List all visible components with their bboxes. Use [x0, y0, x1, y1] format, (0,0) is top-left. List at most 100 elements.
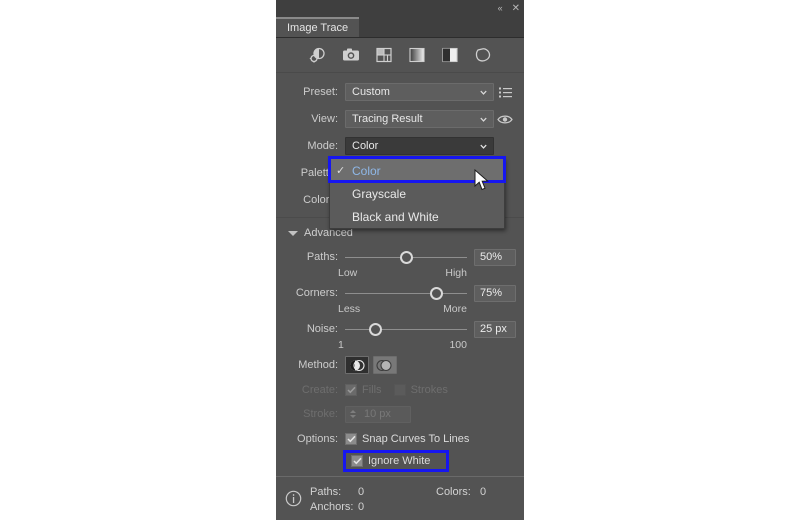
create-fills-checkbox — [345, 384, 357, 396]
caret-up-icon — [349, 410, 356, 413]
slider-handle[interactable] — [369, 322, 382, 336]
preset-label: Preset: — [303, 86, 338, 98]
stroke-label: Stroke: — [303, 408, 338, 420]
create-strokes-checkbox — [393, 384, 406, 396]
footer-paths-value: 0 — [358, 485, 365, 498]
view-row: View: Tracing Result — [276, 109, 524, 129]
paths-min-label: Low — [338, 267, 358, 279]
ignore-white-row: Ignore White — [276, 453, 524, 469]
noise-label: Noise: — [306, 323, 338, 335]
stroke-row: Stroke: 10 px — [276, 405, 524, 423]
options-row: Options: Snap Curves To Lines — [276, 431, 524, 447]
noise-slider-row: Noise: 25 px — [276, 320, 524, 338]
panel-titlebar: « ✕ — [276, 0, 524, 17]
slider-track — [345, 293, 467, 294]
noise-max-label: 100 — [449, 339, 467, 351]
slider-handle[interactable] — [430, 286, 443, 300]
slider-track — [345, 329, 467, 330]
mode-dropdown-menu: ✓ Color Grayscale Black and White — [329, 158, 505, 229]
panel-footer: Paths: 0 Colors: 0 Anchors: 0 — [276, 476, 524, 520]
caret-down-icon — [349, 415, 356, 418]
ignore-white-label: Ignore White — [368, 455, 431, 467]
method-abutting-icon[interactable] — [345, 356, 369, 374]
footer-anchors-value: 0 — [358, 500, 365, 513]
ignore-white-checkbox[interactable] — [351, 455, 363, 467]
stepper-arrows-icon — [346, 407, 359, 422]
auto-color-icon[interactable] — [308, 46, 327, 65]
mode-menu-item-black-and-white[interactable]: Black and White — [330, 205, 504, 228]
check-icon: ✓ — [336, 165, 346, 177]
create-label: Create: — [301, 384, 338, 396]
footer-line-paths: Paths: 0 Colors: 0 — [310, 484, 486, 499]
stroke-width-stepper: 10 px — [345, 405, 411, 423]
corners-min-label: Less — [338, 303, 361, 315]
tab-image-trace[interactable]: Image Trace — [276, 17, 360, 37]
footer-colors-label: Colors: — [436, 485, 471, 498]
noise-min-label: 1 — [338, 339, 344, 351]
corners-slider[interactable] — [345, 284, 467, 302]
high-color-icon[interactable] — [341, 46, 360, 65]
view-value: Tracing Result — [352, 113, 423, 125]
view-label: View: — [311, 113, 338, 125]
slider-handle[interactable] — [399, 250, 413, 264]
mode-menu-item-label: Grayscale — [352, 186, 407, 201]
preset-row: Preset: Custom — [276, 82, 524, 102]
collapse-double-chevron-icon[interactable]: « — [498, 4, 503, 13]
info-icon[interactable] — [285, 490, 302, 507]
eye-preview-icon[interactable] — [494, 114, 516, 125]
corners-range-labels: Less More — [276, 303, 524, 315]
chevron-down-icon — [480, 144, 487, 149]
mode-menu-item-color[interactable]: ✓ Color — [330, 159, 504, 182]
create-row: Create: Fills Strokes — [276, 382, 524, 398]
noise-value-field[interactable]: 25 px — [474, 320, 516, 338]
noise-slider[interactable] — [345, 320, 467, 338]
window-controls: « ✕ — [498, 0, 520, 17]
paths-slider[interactable] — [345, 248, 467, 266]
triangle-down-icon — [288, 230, 298, 236]
mode-row: Mode: Color — [276, 136, 524, 156]
close-icon[interactable]: ✕ — [512, 3, 520, 14]
mode-menu-item-label: Color — [352, 163, 381, 178]
preset-value: Custom — [352, 86, 390, 98]
preset-dropdown[interactable]: Custom — [345, 83, 494, 101]
method-overlapping-icon[interactable] — [373, 356, 397, 374]
view-dropdown[interactable]: Tracing Result — [345, 110, 494, 128]
mode-dropdown[interactable]: Color — [345, 137, 494, 155]
grayscale-icon[interactable] — [407, 46, 426, 65]
corners-value-field[interactable]: 75% — [474, 284, 516, 302]
footer-stats: Paths: 0 Colors: 0 Anchors: 0 — [310, 484, 486, 514]
paths-range-labels: Low High — [276, 267, 524, 279]
mode-label: Mode: — [307, 140, 338, 152]
create-fills-label: Fills — [362, 384, 382, 396]
corners-label: Corners: — [295, 287, 338, 299]
paths-slider-row: Paths: 50% — [276, 248, 524, 266]
black-and-white-icon[interactable] — [440, 46, 459, 65]
panel-tabstrip: Image Trace — [276, 17, 524, 38]
method-row: Method: — [276, 356, 524, 374]
chevron-down-icon — [480, 117, 487, 122]
chevron-down-icon — [480, 90, 487, 95]
footer-anchors-label: Anchors: — [310, 500, 354, 513]
corners-slider-row: Corners: 75% — [276, 284, 524, 302]
create-strokes-label: Strokes — [410, 384, 448, 396]
footer-paths-label: Paths: — [310, 485, 342, 498]
low-color-icon[interactable] — [374, 46, 393, 65]
corners-max-label: More — [443, 303, 467, 315]
paths-max-label: High — [445, 267, 467, 279]
footer-line-anchors: Anchors: 0 — [310, 499, 486, 514]
image-trace-panel: « ✕ Image Trace Preset: Custom View: Tra… — [276, 0, 524, 520]
preset-icon-bar — [276, 38, 524, 73]
mode-menu-item-label: Black and White — [352, 209, 439, 224]
mode-menu-item-grayscale[interactable]: Grayscale — [330, 182, 504, 205]
preset-list-menu-icon[interactable] — [494, 87, 516, 98]
noise-range-labels: 1 100 — [276, 339, 524, 351]
snap-curves-checkbox[interactable] — [345, 433, 357, 445]
mode-value: Color — [352, 140, 379, 152]
snap-curves-label: Snap Curves To Lines — [362, 433, 470, 445]
outline-icon[interactable] — [473, 46, 492, 65]
paths-label: Paths: — [306, 251, 338, 263]
stroke-width-value: 10 px — [364, 408, 391, 420]
method-label: Method: — [298, 359, 338, 371]
paths-value-field[interactable]: 50% — [474, 248, 516, 266]
footer-colors-value: 0 — [480, 485, 487, 498]
